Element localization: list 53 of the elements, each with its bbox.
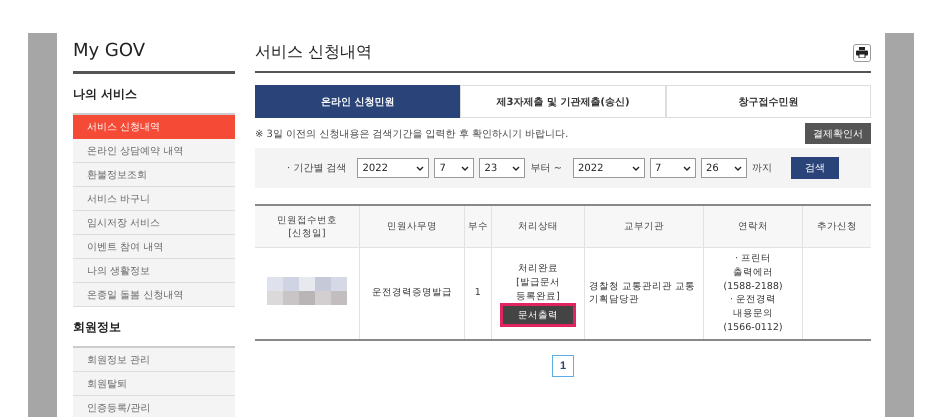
print-document-button[interactable]: 문서출력: [502, 306, 573, 324]
select-field[interactable]: 23: [479, 158, 526, 178]
column-header: 민원접수번호 [신청일]: [255, 205, 360, 248]
from-label: 부터 ~: [530, 162, 562, 175]
sidebar-title: My GOV: [73, 40, 235, 74]
select-field[interactable]: 7: [434, 158, 474, 178]
sidebar-item[interactable]: 서비스 신청내역: [73, 115, 235, 139]
caret-icon: [512, 166, 520, 170]
select-field[interactable]: 2022: [573, 158, 646, 178]
column-header: 처리상태: [491, 205, 584, 248]
page-button[interactable]: 1: [552, 354, 574, 377]
sidebar-item[interactable]: 서비스 바구니: [73, 187, 235, 211]
to-label: 까지: [752, 162, 772, 175]
table-cell: 1: [464, 248, 492, 340]
column-header: 연락처: [704, 205, 802, 248]
table-cell: 운전경력증명발급: [359, 248, 464, 340]
sidebar-item[interactable]: 회원정보 관리: [73, 348, 235, 372]
contact-text: (1588-2188): [722, 280, 784, 294]
column-header: 민원사무명: [359, 205, 464, 248]
caret-icon: [461, 166, 470, 170]
sidebar-item[interactable]: 인증등록/관리: [73, 396, 235, 417]
payment-confirmation-button[interactable]: 결제확인서: [805, 123, 871, 144]
tab[interactable]: 온라인 신청민원: [255, 85, 460, 118]
contact-text: · 운전경력 내용문의: [728, 293, 778, 321]
sidebar-item[interactable]: 나의 생활정보: [73, 259, 235, 283]
caret-icon: [416, 166, 424, 170]
contact-text: · 프린터 출력에러: [732, 252, 774, 280]
sidebar-item[interactable]: 임시저장 서비스: [73, 211, 235, 235]
select-field[interactable]: 2022: [357, 158, 430, 178]
tab[interactable]: 제3자제출 및 기관제출(송신): [460, 85, 666, 118]
print-icon: [856, 47, 868, 58]
column-header: 추가신청: [802, 205, 871, 248]
select-field[interactable]: 26: [701, 158, 748, 178]
caret-icon: [683, 166, 692, 170]
caret-icon: [632, 166, 640, 170]
search-label: · 기간별 검색: [286, 162, 346, 175]
sidebar-item[interactable]: 이벤트 참여 내역: [73, 235, 235, 259]
contact-text: (1566-0112): [722, 320, 784, 335]
sidebar-item[interactable]: 회원탈퇴: [73, 372, 235, 396]
print-button[interactable]: [853, 44, 871, 62]
caret-icon: [734, 166, 742, 170]
select-field[interactable]: 7: [650, 158, 696, 178]
sidebar-item[interactable]: 온종일 돌봄 신청내역: [73, 283, 235, 307]
column-header: 교부기관: [584, 205, 704, 248]
sidebar-item[interactable]: 환불정보조회: [73, 163, 235, 187]
table-cell: 경찰청 교통관리관 교통기획담당관: [584, 248, 704, 340]
notice-text: ※ 3일 이전의 신청내용은 검색기간을 입력한 후 확인하시기 바랍니다.: [255, 128, 568, 140]
tab[interactable]: 창구접수민원: [666, 85, 871, 118]
status-text: 처리완료 [발급문서 등록완료]: [515, 262, 561, 304]
column-header: 부수: [464, 205, 492, 248]
page-title: 서비스 신청내역: [255, 42, 372, 63]
search-button[interactable]: 검색: [791, 157, 840, 179]
sidebar-item[interactable]: 온라인 상담예약 내역: [73, 139, 235, 163]
